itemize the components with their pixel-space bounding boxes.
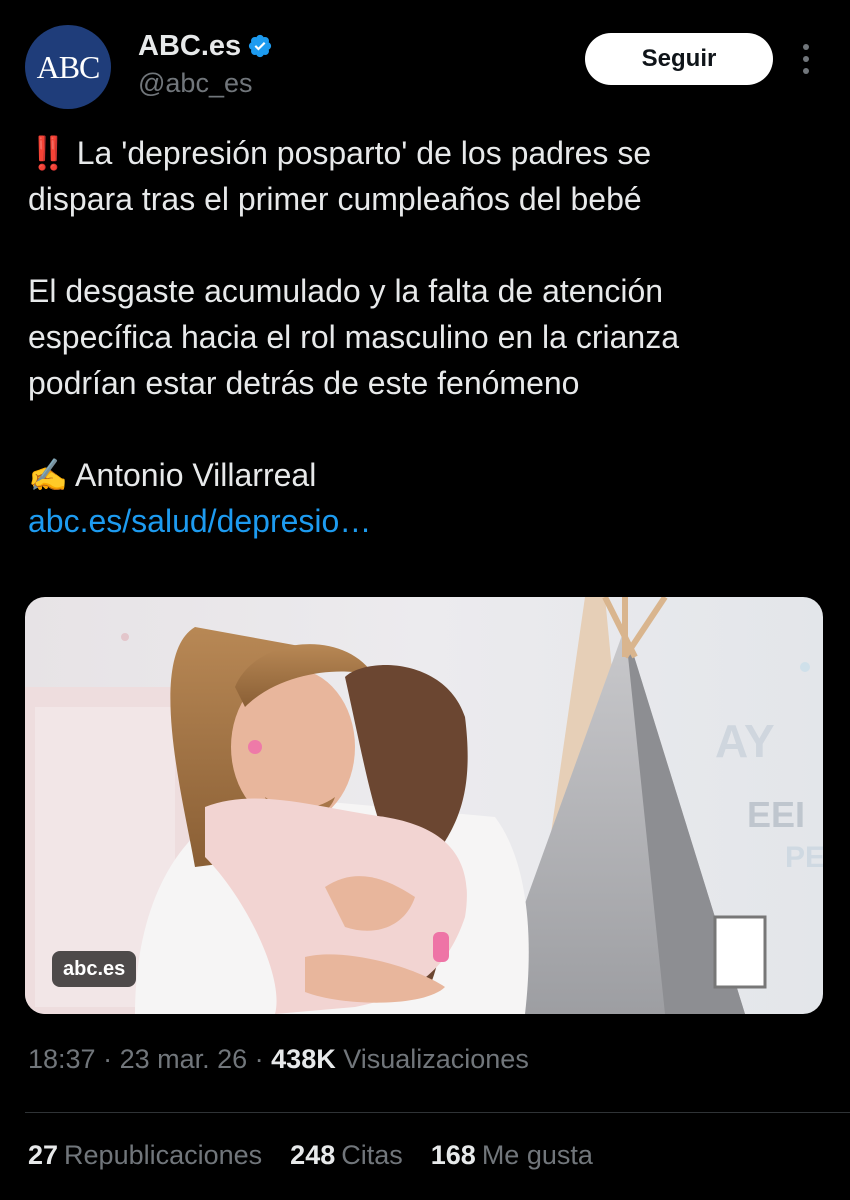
reposts-stat[interactable]: 27 Republicaciones — [28, 1140, 262, 1171]
quotes-stat[interactable]: 248 Citas — [290, 1140, 403, 1171]
likes-label: Me gusta — [481, 1140, 593, 1170]
meta-separator: · — [95, 1044, 120, 1074]
meta-separator: · — [247, 1044, 272, 1074]
reposts-count: 27 — [28, 1140, 59, 1170]
tweet-meta: 18:37 · 23 mar. 26 · 438K Visualizacione… — [28, 1044, 529, 1075]
body-line-1: El desgaste acumulado y la falta de aten… — [28, 273, 664, 309]
photo-father-hugging-daughter: AY EEI PE — [25, 597, 823, 1014]
tweet-time[interactable]: 18:37 — [28, 1044, 96, 1074]
views-label: Visualizaciones — [335, 1044, 529, 1074]
follow-button[interactable]: Seguir — [585, 33, 773, 85]
quotes-label: Citas — [341, 1140, 403, 1170]
avatar-logo-text: ABC — [36, 48, 101, 85]
tweet-date[interactable]: 23 mar. 26 — [120, 1044, 248, 1074]
reposts-label: Republicaciones — [64, 1140, 263, 1170]
wall-letters-2: EEI — [747, 794, 805, 835]
wall-letters-1: AY — [715, 715, 775, 767]
engagement-stats: 27 Republicaciones 248 Citas 168 Me gusta — [28, 1140, 621, 1171]
source-badge: abc.es — [52, 951, 137, 987]
likes-count: 168 — [430, 1140, 476, 1170]
body-line-2: específica hacia el rol masculino en la … — [28, 319, 679, 355]
avatar[interactable]: ABC — [25, 25, 111, 109]
views-count: 438K — [271, 1044, 336, 1074]
handle[interactable]: @abc_es — [138, 68, 273, 99]
quotes-count: 248 — [290, 1140, 336, 1170]
tweet-header: ABC ABC.es @abc_es Seguir — [25, 25, 825, 109]
more-options-icon[interactable] — [797, 41, 815, 77]
verified-badge-icon — [249, 34, 272, 58]
likes-stat[interactable]: 168 Me gusta — [431, 1140, 593, 1171]
author-block: ABC.es @abc_es — [138, 28, 273, 99]
divider — [25, 1112, 850, 1113]
display-name-row[interactable]: ABC.es — [138, 28, 273, 64]
tweet-text: ‼️ La 'depresión posparto' de los padres… — [28, 130, 818, 544]
body-line-3: podrían estar detrás de este fenómeno — [28, 365, 580, 401]
media-image[interactable]: AY EEI PE abc.es — [25, 597, 823, 1014]
display-name[interactable]: ABC.es — [138, 30, 241, 63]
headline-line-2: dispara tras el primer cumpleaños del be… — [28, 181, 642, 217]
wall-letters-3: PE — [785, 841, 823, 874]
article-link[interactable]: abc.es/salud/depresio… — [28, 498, 818, 544]
headline-line-1: ‼️ La 'depresión posparto' de los padres… — [28, 135, 652, 171]
author-credit: ✍️ Antonio Villarreal — [28, 457, 317, 493]
